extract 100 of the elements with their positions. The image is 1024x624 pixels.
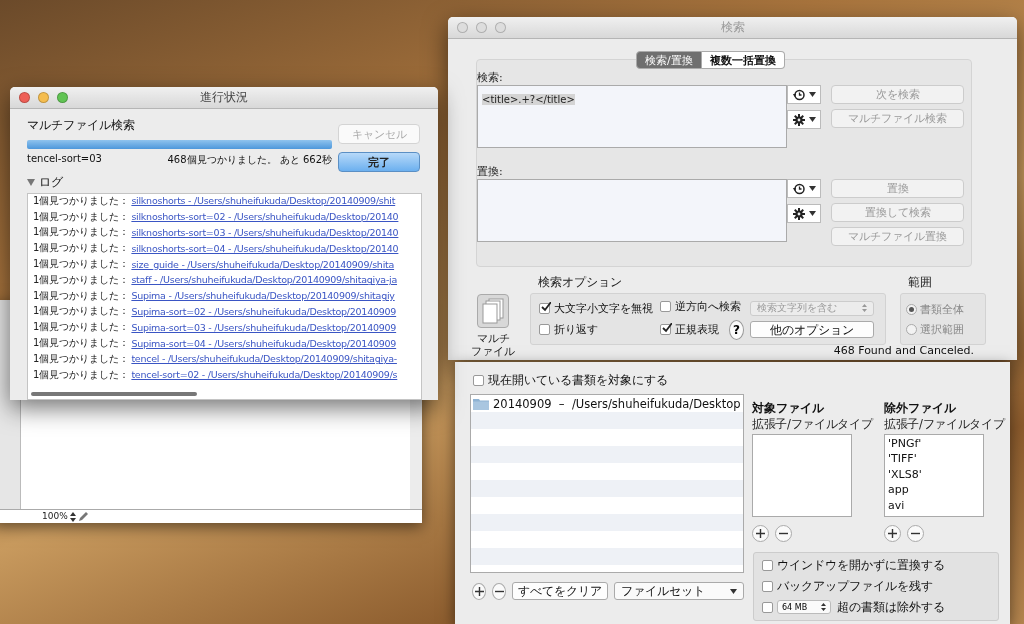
log-message: 1個見つかりました： [33, 351, 130, 366]
log-message: 1個見つかりました： [33, 288, 130, 303]
minimize-button[interactable] [476, 22, 487, 33]
list-item[interactable]: 'XLS8' [885, 466, 983, 483]
group-title: 検索オプション [538, 274, 623, 291]
list-item[interactable]: app [885, 482, 983, 498]
checkbox-label: 現在開いている書類を対象にする [488, 372, 668, 389]
log-label: ログ [39, 174, 63, 191]
list-item[interactable]: avi [885, 497, 983, 514]
add-button[interactable] [884, 524, 901, 542]
field-label: 置換: [477, 164, 504, 179]
checkbox[interactable] [660, 324, 671, 335]
help-button[interactable]: ? [729, 319, 744, 340]
minimize-button[interactable] [38, 92, 49, 103]
folder-row[interactable]: 20140909 – /Users/shuheifukuda/Desktop [471, 395, 743, 412]
fileset-popup[interactable]: ファイルセット [614, 582, 744, 600]
plus-icon [756, 528, 765, 538]
file-link[interactable]: tencel-sort=02 - /Users/shuheifukuda/Desktop/20140909/s [131, 369, 398, 381]
scrollbar-thumb[interactable] [31, 392, 197, 396]
log-message: 1個見つかりました： [33, 209, 130, 224]
checkbox-label: 折り返す [554, 322, 598, 337]
caret-icon [808, 117, 816, 122]
checkbox[interactable] [539, 324, 550, 335]
remove-button[interactable] [492, 582, 506, 600]
gear-icon [792, 113, 805, 126]
close-button[interactable] [457, 22, 468, 33]
list-subtitle: 拡張子/ファイルタイプ [752, 417, 875, 432]
stepper-icon [821, 603, 826, 612]
checkbox-label: 逆方向へ検索 [675, 298, 741, 314]
folder-icon [473, 397, 489, 410]
checkmark-icon [662, 323, 672, 333]
checkbox-label: 正規表現 [675, 322, 719, 337]
log-message: 1個見つかりました： [33, 225, 130, 240]
list-item[interactable]: 'PNGf' [885, 435, 983, 452]
zoom-level[interactable]: 100% [42, 512, 68, 521]
file-link[interactable]: silknoshorts-sort=04 - /Users/shuheifukuda/Desktop/20140 [131, 242, 399, 254]
list-title: 除外ファイル [884, 400, 957, 417]
checkbox[interactable] [473, 375, 484, 386]
replace-field[interactable] [477, 179, 787, 242]
file-link[interactable]: silknoshorts - /Users/shuheifukuda/Desktop/20140909/shit [131, 195, 396, 207]
heading: マルチファイル検索 [27, 117, 136, 134]
file-link[interactable]: staff - /Users/shuheifukuda/Desktop/20140909/shitagiya-ja [131, 274, 398, 286]
settings-button[interactable] [787, 110, 821, 129]
add-button[interactable] [752, 524, 769, 542]
file-link[interactable]: silknoshorts-sort=02 - /Users/shuheifukuda/Desktop/20140 [131, 211, 399, 223]
done-button[interactable]: 完了 [338, 152, 420, 172]
plus-icon [474, 586, 484, 596]
file-link[interactable]: tencel - /Users/shuheifukuda/Desktop/20140909/shitagiya- [131, 353, 397, 365]
search-field[interactable]: <title>.+?</title> [477, 85, 787, 148]
clear-all-button[interactable]: すべてをクリア [512, 582, 608, 600]
checkbox[interactable] [762, 559, 773, 571]
file-link[interactable]: silknoshorts-sort=03 - /Users/shuheifukuda/Desktop/20140 [131, 227, 399, 238]
group-title: 範囲 [908, 274, 933, 291]
history-button[interactable] [787, 85, 821, 104]
size-stepper[interactable]: 64 MB [777, 600, 831, 615]
log-message: 1個見つかりました： [33, 336, 130, 351]
settings-button[interactable] [787, 204, 821, 223]
checkbox-label: 超の書類は除外する [837, 598, 945, 616]
remove-button[interactable] [907, 524, 924, 542]
pencil-icon [77, 511, 88, 522]
add-button[interactable] [472, 582, 486, 600]
multi-file-label: ファイル [471, 345, 515, 359]
file-link[interactable]: Supima - /Users/shuheifukuda/Desktop/20140909/shitagiy [131, 290, 395, 302]
checkmark-icon [541, 302, 551, 312]
radio-label: 書類全体 [920, 301, 964, 317]
zoom-button[interactable] [57, 92, 68, 103]
checkbox[interactable] [762, 601, 773, 613]
history-button[interactable] [787, 179, 821, 198]
log-message: 1個見つかりました： [33, 241, 130, 256]
file-link[interactable]: Supima-sort=02 - /Users/shuheifukuda/Desktop/20140909 [131, 305, 397, 317]
zoom-button[interactable] [495, 22, 506, 33]
log-message: 1個見つかりました： [33, 257, 130, 272]
caret-icon [808, 186, 816, 191]
window-title: 検索 [720, 19, 745, 36]
file-link[interactable]: Supima-sort=04 - /Users/shuheifukuda/Desktop/20140909 [131, 337, 397, 349]
checkbox-label: バックアップファイルを残す [777, 577, 933, 595]
radio-label: 選択範囲 [920, 321, 964, 337]
tab[interactable]: 複数一括置換 [701, 51, 785, 69]
folder-path: 20140909 – /Users/shuheifukuda/Desktop [493, 396, 741, 411]
list-item[interactable]: 'TIFF' [885, 451, 983, 467]
stepper-icon [69, 511, 76, 522]
checkbox[interactable] [660, 300, 671, 312]
log-message: 1個見つかりました： [33, 304, 130, 319]
tab[interactable]: 検索/置換 [636, 51, 702, 69]
status-text: 468個見つかりました。 あと 662秒 [167, 153, 332, 167]
checkbox[interactable] [762, 580, 773, 592]
file-link[interactable]: Supima-sort=03 - /Users/shuheifukuda/Desktop/20140909 [131, 321, 397, 333]
checkbox-label: ウインドウを開かずに置換する [777, 556, 945, 574]
file-link[interactable]: size_guide - /Users/shuheifukuda/Desktop/20140909/shita [131, 258, 395, 270]
more-options-button[interactable]: 他のオプション [750, 320, 874, 338]
stepper-icon [862, 304, 867, 312]
close-button[interactable] [19, 92, 30, 103]
documents-icon [482, 298, 504, 324]
remove-button[interactable] [775, 524, 792, 542]
log-disclosure[interactable]: ログ [27, 174, 420, 191]
multi-file-button[interactable] [477, 294, 509, 328]
caret-icon [730, 588, 737, 594]
window-title: 進行状況 [200, 89, 248, 106]
gear-icon [792, 207, 805, 220]
checkbox[interactable] [539, 303, 550, 314]
